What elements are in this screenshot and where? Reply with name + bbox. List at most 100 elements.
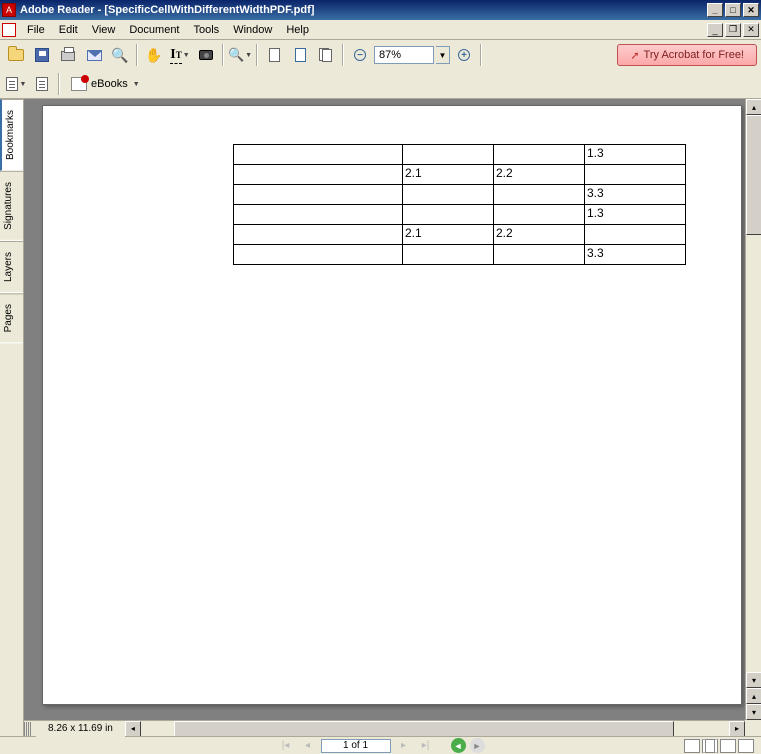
menu-window[interactable]: Window — [226, 22, 279, 38]
facing-layout-button[interactable] — [720, 739, 736, 753]
actual-size-button[interactable] — [262, 43, 286, 67]
scroll-thumb-horizontal[interactable] — [174, 721, 674, 737]
open-icon — [8, 49, 24, 61]
scroll-thumb-vertical[interactable] — [746, 115, 761, 235]
email-button[interactable] — [82, 43, 106, 67]
last-page-button[interactable]: ▸| — [417, 738, 435, 753]
table-cell: 2.1 — [403, 165, 494, 185]
plus-icon: + — [458, 49, 470, 61]
mdi-restore-button[interactable]: ❐ — [725, 23, 741, 37]
menu-help[interactable]: Help — [279, 22, 316, 38]
tab-signatures[interactable]: Signatures — [0, 171, 23, 241]
zoom-in-button[interactable]: 🔍▼ — [228, 43, 252, 67]
pdf-table-wrap: 1.32.12.23.31.32.12.23.3 — [233, 144, 686, 265]
table-row: 1.3 — [234, 145, 686, 165]
main-toolbar: 🔍 ✋ IT▼ 🔍▼ − 87% ▼ + ➚ Try Acrobat for F… — [0, 40, 761, 70]
continuous-facing-layout-button[interactable] — [738, 739, 754, 753]
hand-tool-button[interactable]: ✋ — [142, 43, 166, 67]
sidebar: Bookmarks Signatures Layers Pages — [0, 99, 24, 736]
page-number-input[interactable]: 1 of 1 — [321, 739, 391, 753]
mdi-minimize-button[interactable]: _ — [707, 23, 723, 37]
minus-icon: − — [354, 49, 366, 61]
open-button[interactable] — [4, 43, 28, 67]
zoom-dropdown[interactable]: ▼ — [436, 46, 450, 64]
scroll-down-button[interactable]: ▾ — [746, 672, 761, 688]
pdf-table: 1.32.12.23.31.32.12.23.3 — [233, 144, 686, 265]
statusbar: |◂ ◂ 1 of 1 ▸ ▸| ◄ ► — [0, 736, 761, 754]
scroll-right-button[interactable]: ▸ — [729, 721, 745, 737]
next-page-button[interactable]: ▸ — [395, 738, 413, 753]
toolbar-separator — [136, 44, 138, 66]
tab-bookmarks[interactable]: Bookmarks — [0, 99, 23, 171]
page-icon — [269, 48, 280, 62]
first-page-button[interactable]: |◂ — [277, 738, 295, 753]
menu-document[interactable]: Document — [122, 22, 186, 38]
table-cell — [585, 165, 686, 185]
window-title: Adobe Reader - [SpecificCellWithDifferen… — [20, 4, 707, 16]
page-dimensions: 8.26 x 11.69 in — [36, 721, 125, 737]
zoom-out-button[interactable]: − — [348, 43, 372, 67]
table-cell — [403, 205, 494, 225]
menu-view[interactable]: View — [85, 22, 123, 38]
zoom-in-plus-button[interactable]: + — [452, 43, 476, 67]
camera-icon — [199, 50, 213, 60]
doc-tool-1-button[interactable]: ▼ — [4, 72, 28, 96]
fit-width-button[interactable] — [314, 43, 338, 67]
menu-tools[interactable]: Tools — [187, 22, 227, 38]
search-button[interactable]: 🔍 — [108, 43, 132, 67]
go-forward-button[interactable]: ► — [470, 738, 485, 753]
ebooks-label: eBooks — [91, 78, 128, 90]
tab-layers[interactable]: Layers — [0, 241, 23, 293]
pane-resize-handle[interactable] — [24, 722, 32, 736]
document-viewport[interactable]: 1.32.12.23.31.32.12.23.3 ▴ ▾ ▴ ▾ 8.26 x … — [24, 99, 761, 736]
scroll-up-button[interactable]: ▴ — [746, 99, 761, 115]
menu-edit[interactable]: Edit — [52, 22, 85, 38]
toolbar-separator — [58, 73, 60, 95]
print-button[interactable] — [56, 43, 80, 67]
doc-tool-2-button[interactable] — [30, 72, 54, 96]
table-cell — [234, 165, 403, 185]
table-cell — [403, 245, 494, 265]
table-cell — [234, 185, 403, 205]
mail-icon — [87, 50, 102, 61]
go-back-button[interactable]: ◄ — [451, 738, 466, 753]
fit-page-button[interactable] — [288, 43, 312, 67]
mdi-close-button[interactable]: ✕ — [743, 23, 759, 37]
hand-icon: ✋ — [145, 47, 162, 64]
titlebar: A Adobe Reader - [SpecificCellWithDiffer… — [0, 0, 761, 20]
continuous-layout-button[interactable] — [702, 739, 718, 753]
maximize-button[interactable]: □ — [725, 3, 741, 17]
scroll-corner — [745, 720, 761, 736]
table-cell: 2.2 — [494, 225, 585, 245]
horizontal-scrollbar[interactable]: 8.26 x 11.69 in ◂ ▸ — [24, 720, 745, 736]
select-text-button[interactable]: IT▼ — [168, 43, 192, 67]
arrow-icon: ➚ — [630, 49, 639, 62]
try-acrobat-button[interactable]: ➚ Try Acrobat for Free! — [617, 44, 757, 66]
menu-file[interactable]: File — [20, 22, 52, 38]
table-cell — [403, 185, 494, 205]
snapshot-button[interactable] — [194, 43, 218, 67]
page-up-button[interactable]: ▴ — [746, 688, 761, 704]
page-down-button[interactable]: ▾ — [746, 704, 761, 720]
vertical-scrollbar[interactable]: ▴ ▾ ▴ ▾ — [745, 99, 761, 720]
close-button[interactable]: ✕ — [743, 3, 759, 17]
table-cell: 1.3 — [585, 145, 686, 165]
table-row: 2.12.2 — [234, 165, 686, 185]
ebooks-button[interactable]: eBooks ▼ — [64, 74, 147, 94]
zoom-input[interactable]: 87% — [374, 46, 434, 64]
minimize-button[interactable]: _ — [707, 3, 723, 17]
toolbar-separator — [342, 44, 344, 66]
save-button[interactable] — [30, 43, 54, 67]
table-row: 3.3 — [234, 185, 686, 205]
table-cell — [585, 225, 686, 245]
document-name: [SpecificCellWithDifferentWidthPDF.pdf] — [104, 4, 314, 16]
table-cell — [234, 145, 403, 165]
tab-pages[interactable]: Pages — [0, 293, 23, 343]
fit-page-icon — [295, 48, 306, 62]
binoculars-icon: 🔍 — [111, 47, 128, 64]
scroll-left-button[interactable]: ◂ — [125, 721, 141, 737]
prev-page-button[interactable]: ◂ — [299, 738, 317, 753]
single-page-layout-button[interactable] — [684, 739, 700, 753]
table-cell: 2.2 — [494, 165, 585, 185]
print-icon — [61, 51, 75, 61]
